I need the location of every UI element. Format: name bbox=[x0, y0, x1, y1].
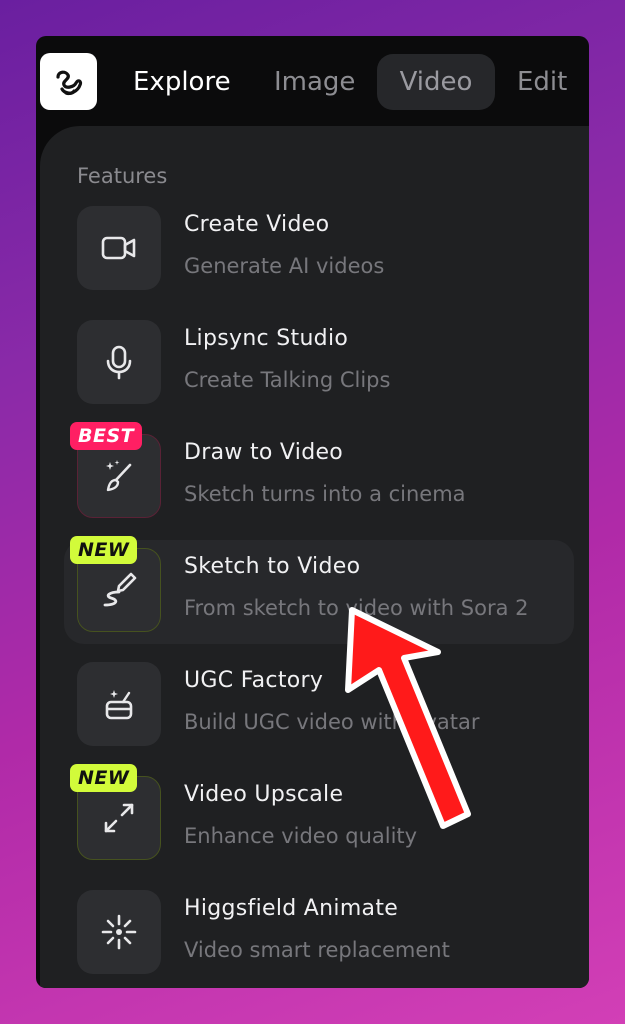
feature-subtitle: Create Talking Clips bbox=[184, 368, 391, 392]
feature-tile bbox=[77, 890, 161, 974]
feature-subtitle: Build UGC video with avatar bbox=[184, 710, 480, 734]
feature-item-create-video[interactable]: Create Video Generate AI videos bbox=[64, 198, 574, 302]
feature-item-sketch-to-video[interactable]: NEW Sketch to Video From sketch to video… bbox=[64, 536, 574, 644]
pen-squiggle-icon bbox=[103, 572, 137, 607]
feature-subtitle: Enhance video quality bbox=[184, 824, 418, 848]
video-camera-icon bbox=[101, 236, 136, 260]
app-window: Explore Image Video Edit Features Create… bbox=[36, 36, 589, 988]
feature-tile bbox=[77, 320, 161, 404]
feature-item-lipsync-studio[interactable]: Lipsync Studio Create Talking Clips bbox=[64, 312, 574, 416]
features-panel: Features Create Video Generate AI videos bbox=[40, 126, 589, 988]
microphone-icon bbox=[106, 345, 132, 380]
feature-subtitle: Video smart replacement bbox=[184, 938, 450, 962]
feature-subtitle: Generate AI videos bbox=[184, 254, 385, 278]
top-nav: Explore Image Video Edit bbox=[36, 54, 589, 110]
feature-item-video-upscale[interactable]: NEW Video Upscale Enhance video quality bbox=[64, 764, 574, 872]
feature-title: Create Video bbox=[184, 212, 330, 237]
section-title: Features bbox=[77, 164, 168, 188]
feature-title: Higgsfield Animate bbox=[184, 896, 399, 921]
magic-brush-icon bbox=[106, 460, 132, 492]
new-badge: NEW bbox=[70, 764, 138, 792]
feature-title: Lipsync Studio bbox=[184, 326, 349, 351]
feature-subtitle: From sketch to video with Sora 2 bbox=[184, 596, 529, 620]
tab-edit[interactable]: Edit bbox=[517, 54, 567, 110]
feature-title: Sketch to Video bbox=[184, 554, 361, 579]
expand-arrows-icon bbox=[104, 803, 134, 833]
feature-item-draw-to-video[interactable]: BEST Draw to Video Sketch turns into a c… bbox=[64, 422, 574, 530]
feature-title: Video Upscale bbox=[184, 782, 344, 807]
tab-explore[interactable]: Explore bbox=[133, 54, 231, 110]
tab-video[interactable]: Video bbox=[377, 54, 495, 110]
feature-tile bbox=[77, 206, 161, 290]
tab-image[interactable]: Image bbox=[274, 54, 355, 110]
best-badge: BEST bbox=[70, 422, 143, 450]
feature-subtitle: Sketch turns into a cinema bbox=[184, 482, 466, 506]
feature-tile bbox=[77, 662, 161, 746]
feature-title: Draw to Video bbox=[184, 440, 344, 465]
new-badge: NEW bbox=[70, 536, 138, 564]
burst-icon bbox=[101, 914, 137, 950]
feature-item-ugc-factory[interactable]: UGC Factory Build UGC video with avatar bbox=[64, 654, 574, 758]
sparkle-pot-icon bbox=[105, 690, 133, 720]
feature-title: UGC Factory bbox=[184, 668, 324, 693]
feature-item-higgsfield-animate[interactable]: Higgsfield Animate Video smart replaceme… bbox=[64, 882, 574, 986]
